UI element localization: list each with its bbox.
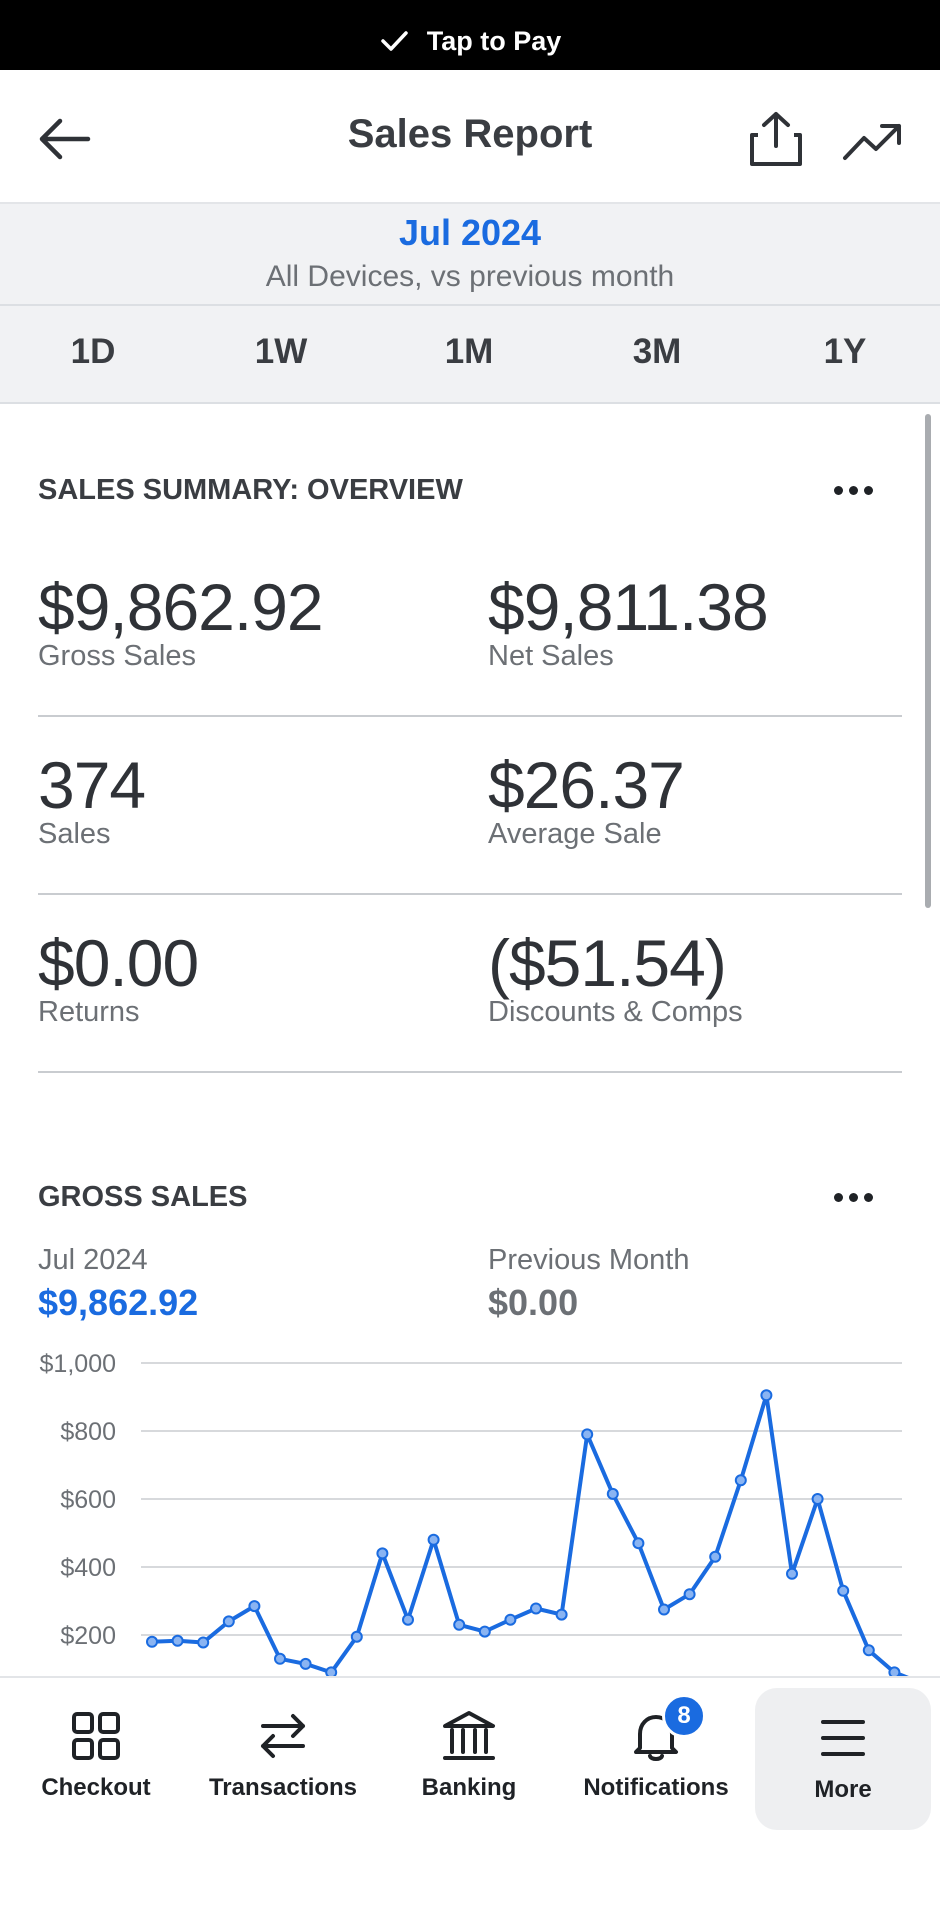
grid-icon: [72, 1712, 120, 1760]
data-point[interactable]: [146, 1635, 158, 1648]
metric-gross-sales: $9,862.92 Gross Sales: [38, 570, 324, 672]
data-point[interactable]: [632, 1537, 645, 1550]
y-tick-label: $800: [60, 1418, 116, 1446]
gross-sales-title: GROSS SALES: [38, 1181, 248, 1213]
data-point[interactable]: [530, 1602, 542, 1615]
data-point[interactable]: [555, 1608, 568, 1621]
divider: [38, 893, 902, 895]
divider: [38, 1071, 902, 1073]
metric-discounts: ($51.54) Discounts & Comps: [488, 930, 743, 1028]
data-point[interactable]: [709, 1550, 722, 1563]
tab-more[interactable]: More: [755, 1688, 931, 1830]
data-point[interactable]: [402, 1613, 414, 1626]
data-point[interactable]: [274, 1652, 286, 1665]
gross-previous-label: Previous Month: [488, 1244, 690, 1276]
data-point[interactable]: [350, 1630, 363, 1643]
data-point[interactable]: [811, 1493, 824, 1505]
metric-average-sale: $26.37 Average Sale: [488, 748, 685, 850]
tab-banking[interactable]: Banking: [381, 1678, 557, 1828]
y-tick-label: $400: [60, 1554, 116, 1582]
checkmark-icon: [380, 31, 408, 51]
trend-chart-icon[interactable]: [842, 118, 904, 164]
gross-previous-value: $0.00: [488, 1282, 579, 1323]
data-point[interactable]: [837, 1584, 850, 1597]
range-1m[interactable]: 1M: [445, 332, 494, 372]
y-tick-label: $600: [60, 1486, 116, 1514]
notification-badge: 8: [662, 1694, 706, 1738]
y-tick-label: $200: [60, 1622, 116, 1650]
data-point[interactable]: [760, 1389, 773, 1402]
divider: [38, 715, 902, 717]
metric-value: $0.00: [38, 926, 199, 1000]
metric-label: Net Sales: [488, 640, 614, 672]
swap-arrows-icon: [261, 1714, 305, 1758]
data-point[interactable]: [453, 1618, 466, 1631]
gross-sales-more-icon[interactable]: [832, 1191, 876, 1205]
metric-value: $9,811.38: [488, 570, 769, 644]
data-point[interactable]: [222, 1615, 235, 1628]
y-tick-label: $1,000: [40, 1350, 116, 1378]
metric-value: 374: [38, 748, 146, 822]
metric-label: Discounts & Comps: [488, 996, 743, 1028]
summary-more-icon[interactable]: [832, 484, 876, 498]
metric-value: $9,862.92: [38, 570, 324, 644]
menu-icon: [821, 1720, 865, 1756]
metric-label: Sales: [38, 818, 111, 850]
tab-checkout[interactable]: Checkout: [8, 1678, 184, 1828]
tab-label: Notifications: [583, 1774, 729, 1801]
period-month[interactable]: Jul 2024: [0, 212, 940, 254]
data-point[interactable]: [862, 1644, 875, 1657]
data-point[interactable]: [683, 1588, 696, 1601]
tap-to-pay-label: Tap to Pay: [426, 25, 562, 56]
data-point[interactable]: [299, 1657, 312, 1670]
data-point[interactable]: [478, 1625, 491, 1638]
range-1d[interactable]: 1D: [71, 332, 116, 372]
metric-returns: $0.00 Returns: [38, 926, 199, 1028]
range-1w[interactable]: 1W: [255, 332, 308, 372]
data-point[interactable]: [248, 1600, 261, 1613]
data-point[interactable]: [658, 1603, 670, 1616]
data-point[interactable]: [427, 1533, 440, 1546]
metric-net-sales: $9,811.38 Net Sales: [488, 570, 769, 672]
bank-icon: [443, 1711, 495, 1760]
data-point[interactable]: [606, 1487, 619, 1500]
series-line: [151, 1393, 919, 1680]
period-subtitle: All Devices, vs previous month: [265, 260, 675, 293]
gross-sales-chart[interactable]: $200 $400 $600 $800 $1,000: [0, 1330, 940, 1680]
period-selector[interactable]: Jul 2024 All Devices, vs previous month: [0, 204, 940, 306]
metric-label: Average Sale: [488, 818, 662, 850]
range-tabs: 1D 1W 1M 3M 1Y: [0, 306, 940, 404]
range-3m[interactable]: 3M: [633, 332, 682, 372]
metric-label: Gross Sales: [38, 640, 196, 672]
tap-to-pay-banner[interactable]: Tap to Pay: [0, 0, 940, 70]
sales-summary-title: SALES SUMMARY: OVERVIEW: [38, 474, 463, 506]
tab-label: Transactions: [208, 1774, 358, 1801]
metric-value: $26.37: [488, 748, 685, 822]
gross-current-label: Jul 2024: [38, 1244, 148, 1276]
app-header: Sales Report: [0, 70, 940, 204]
metric-value: ($51.54): [488, 926, 727, 1000]
data-point[interactable]: [581, 1428, 594, 1441]
range-1y[interactable]: 1Y: [824, 332, 867, 372]
data-point[interactable]: [786, 1567, 798, 1580]
share-icon[interactable]: [748, 110, 804, 168]
data-point[interactable]: [734, 1474, 747, 1487]
tab-label: More: [814, 1776, 872, 1803]
data-point[interactable]: [197, 1636, 210, 1649]
bottom-tab-bar: Checkout Transactions Banking 8 Notifica…: [0, 1676, 940, 1920]
metric-label: Returns: [38, 996, 140, 1028]
metric-sales-count: 374 Sales: [38, 748, 146, 850]
gross-current-value: $9,862.92: [38, 1282, 199, 1323]
tab-transactions[interactable]: Transactions: [195, 1678, 371, 1828]
tab-notifications[interactable]: 8 Notifications: [568, 1678, 744, 1828]
scrollbar[interactable]: [925, 414, 931, 908]
data-point[interactable]: [171, 1634, 184, 1647]
data-point[interactable]: [504, 1613, 517, 1626]
data-point[interactable]: [376, 1547, 389, 1560]
tab-label: Checkout: [41, 1774, 151, 1801]
tab-label: Banking: [421, 1774, 517, 1801]
